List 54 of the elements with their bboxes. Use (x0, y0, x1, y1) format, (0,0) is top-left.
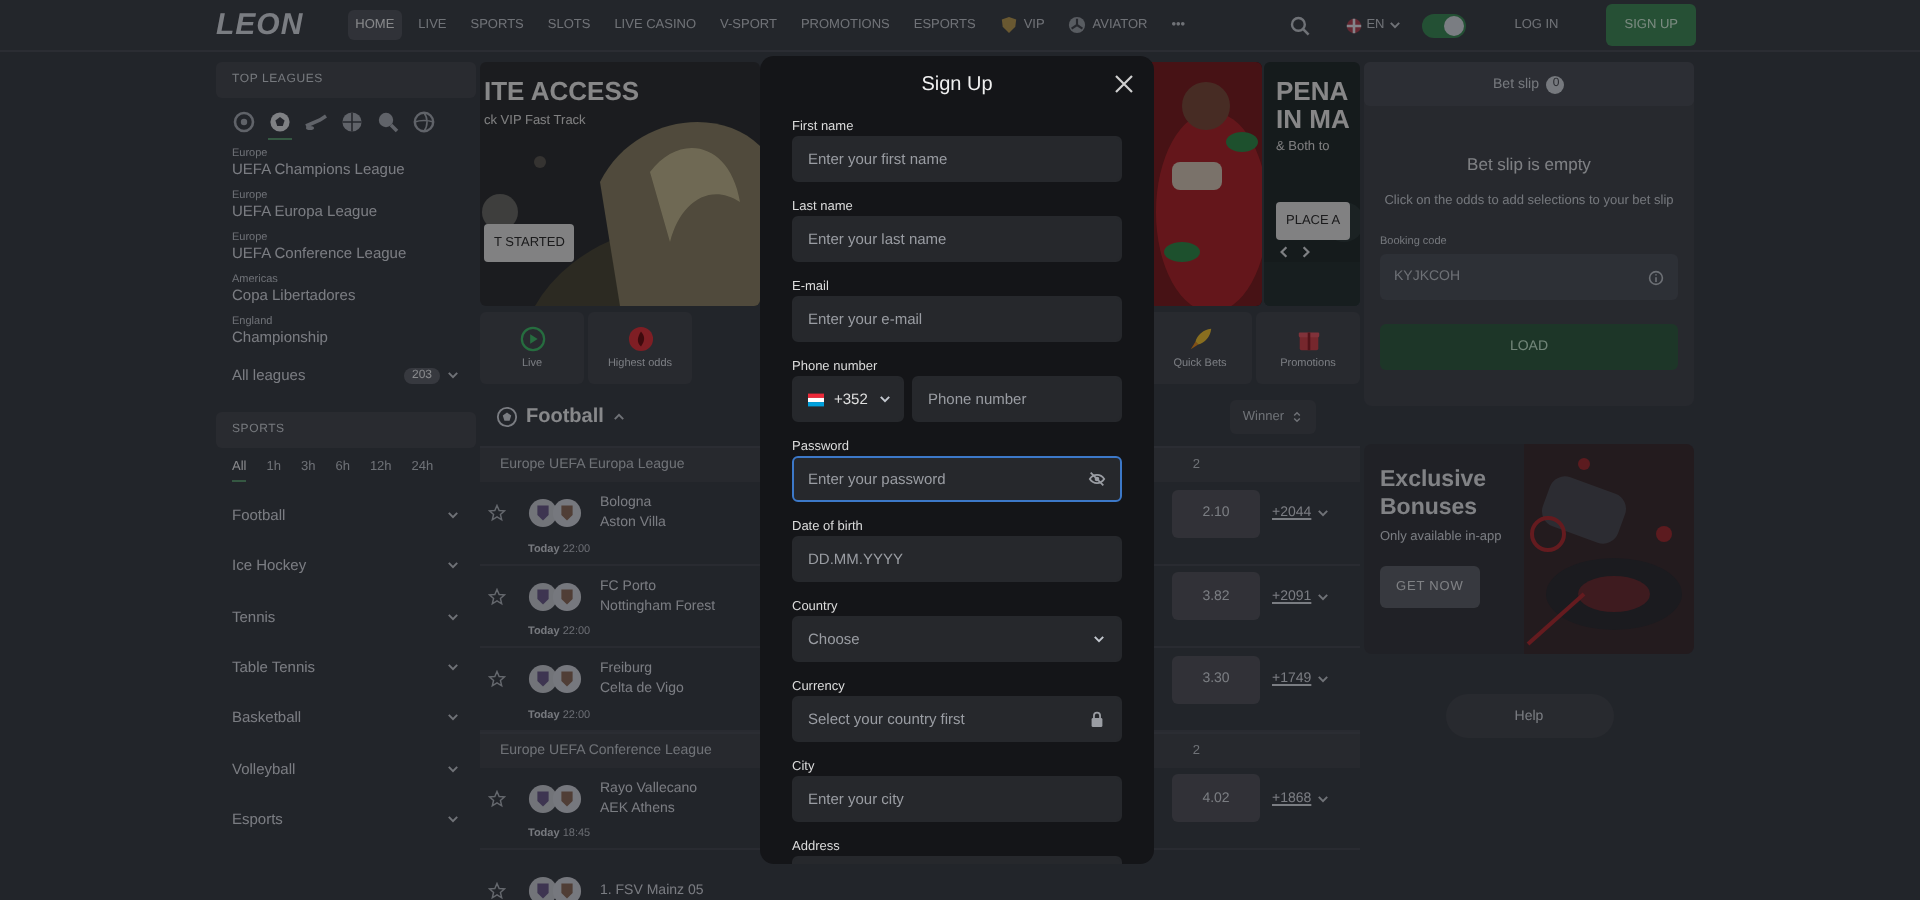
lock-icon (1088, 710, 1106, 728)
team-crest-icon (528, 498, 558, 529)
chevron-down-icon (1315, 672, 1330, 687)
banner-title: PENA (1276, 78, 1349, 106)
search-icon[interactable] (1290, 15, 1311, 35)
caret-icon (1388, 18, 1403, 32)
team-crest-icon (528, 581, 558, 612)
empty-title: Bet slip is empty (1465, 154, 1593, 174)
section-title: Football (526, 406, 604, 428)
star-icon[interactable] (488, 504, 506, 523)
flag-icon (1346, 17, 1363, 33)
rocket-icon (1187, 326, 1213, 352)
eye-off-icon[interactable] (1088, 470, 1106, 488)
flame-icon (627, 326, 653, 352)
star-icon[interactable] (488, 789, 506, 808)
chevron-down-icon (1315, 506, 1330, 521)
team-crest-icon (552, 783, 582, 814)
team-crest-icon (528, 664, 558, 695)
chevron-icon[interactable] (446, 710, 460, 725)
chevron-down-icon (1315, 791, 1330, 806)
chevron-down-icon (1315, 589, 1330, 604)
team-crest-icon (552, 664, 582, 695)
team-crest-icon (552, 875, 582, 900)
caret-icon (877, 392, 892, 406)
banner-title: IN MA (1276, 105, 1350, 133)
chevron-icon[interactable] (446, 761, 460, 776)
chevron-right-icon[interactable] (1298, 244, 1314, 261)
sport-filter-icon[interactable] (268, 110, 292, 140)
promo-title: Exclusive Bonuses (1380, 468, 1489, 524)
team-crest-icon (528, 875, 558, 900)
team-crest-icon (552, 498, 582, 529)
star-icon[interactable] (488, 670, 506, 689)
chevron-icon[interactable] (611, 410, 626, 424)
chevron-right-icon (446, 368, 460, 382)
propeller-icon (1068, 16, 1087, 34)
team-crest-icon (552, 581, 582, 612)
sort-icon (1290, 410, 1304, 424)
logo[interactable]: LEON (216, 8, 304, 42)
chevron-left-icon[interactable] (1276, 244, 1292, 261)
team-crest-icon (528, 783, 558, 814)
chevron-icon[interactable] (446, 558, 460, 573)
chevron-icon[interactable] (446, 609, 460, 624)
chevron-icon[interactable] (446, 508, 460, 523)
chevron-icon[interactable] (446, 811, 460, 826)
caret-icon (1092, 632, 1106, 646)
play-icon (519, 326, 545, 352)
chevron-icon[interactable] (446, 660, 460, 675)
star-icon[interactable] (488, 881, 506, 900)
info-icon (1648, 269, 1664, 286)
soccer-ball-icon (496, 406, 518, 428)
shield-icon (999, 16, 1018, 34)
theme-toggle[interactable] (1422, 13, 1467, 37)
flag-icon (808, 391, 824, 407)
star-icon[interactable] (488, 587, 506, 606)
